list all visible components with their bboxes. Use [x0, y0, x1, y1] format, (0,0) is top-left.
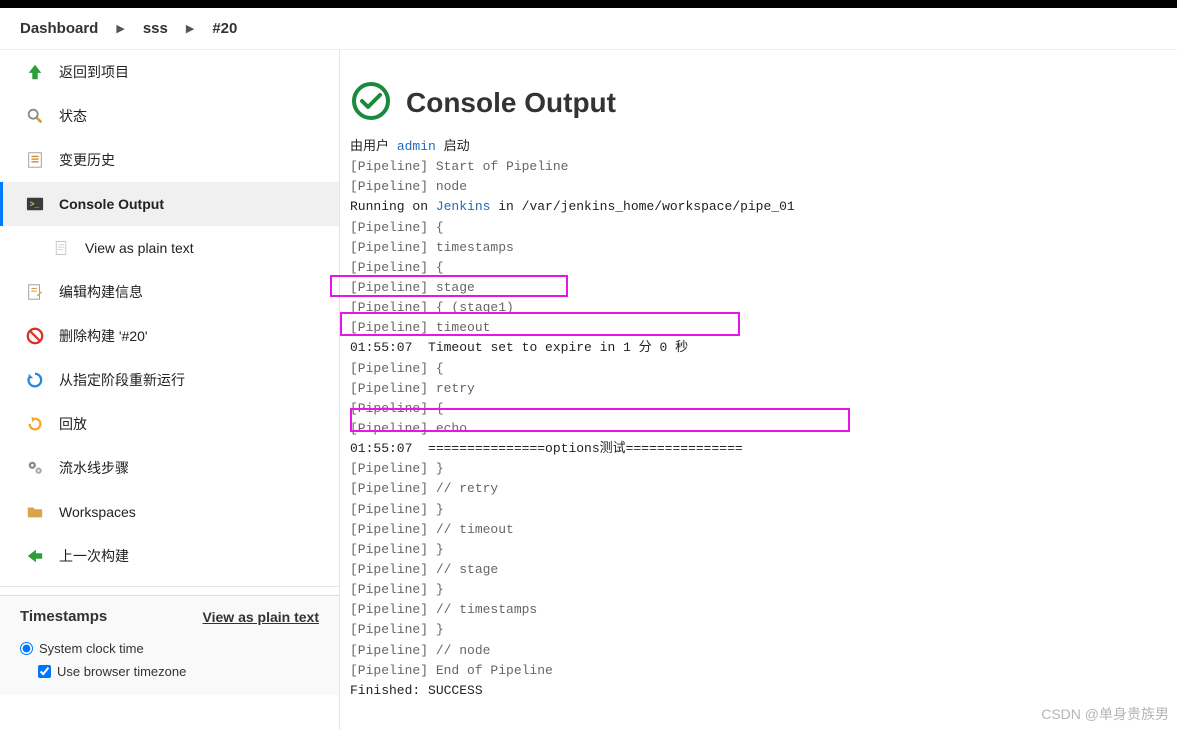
sidebar: 返回到项目 状态 变更历史 >_ Console Output View as …	[0, 50, 340, 730]
page-title: Console Output	[406, 87, 616, 119]
sidebar-item-changes[interactable]: 变更历史	[0, 138, 339, 182]
log-line: [Pipeline] {	[350, 361, 444, 376]
sidebar-item-label: Console Output	[59, 196, 164, 212]
arrow-up-icon	[25, 62, 45, 82]
sidebar-item-label: Workspaces	[59, 504, 136, 520]
folder-icon	[25, 502, 45, 522]
log-line: [Pipeline] timestamps	[350, 240, 514, 255]
watermark: CSDN @单身贵族男	[1041, 704, 1169, 724]
sidebar-item-label: 状态	[59, 106, 87, 126]
log-line: [Pipeline] {	[350, 401, 444, 416]
svg-text:>_: >_	[30, 201, 40, 210]
log-line: [Pipeline] End of Pipeline	[350, 663, 553, 678]
log-line: [Pipeline] timeout	[350, 320, 490, 335]
sidebar-item-restart-stage[interactable]: 从指定阶段重新运行	[0, 358, 339, 402]
log-line: [Pipeline] {	[350, 220, 444, 235]
log-line: [Pipeline] { (stage1)	[350, 300, 514, 315]
log-line: [Pipeline] // timestamps	[350, 602, 537, 617]
timestamps-option-tz[interactable]: Use browser timezone	[20, 660, 319, 683]
running-prefix: Running on	[350, 199, 436, 214]
sidebar-item-label: 编辑构建信息	[59, 282, 143, 302]
radio-system-clock[interactable]	[20, 642, 33, 655]
sidebar-item-label: 回放	[59, 414, 87, 434]
sidebar-item-label: 上一次构建	[59, 546, 129, 566]
log-line: [Pipeline] Start of Pipeline	[350, 159, 568, 174]
started-by-suffix: 启动	[436, 139, 470, 154]
document-list-icon	[25, 150, 45, 170]
sidebar-item-previous-build[interactable]: 上一次构建	[0, 534, 339, 578]
log-line: [Pipeline] // stage	[350, 562, 498, 577]
log-line: [Pipeline] }	[350, 461, 444, 476]
log-line: Timeout set to expire in 1 分 0 秒	[428, 340, 688, 355]
console-output: 由用户 admin 启动 [Pipeline] Start of Pipelin…	[350, 137, 1167, 701]
arrow-left-icon	[25, 546, 45, 566]
top-black-bar	[0, 0, 1177, 8]
sidebar-item-plain-text[interactable]: View as plain text	[0, 226, 339, 270]
timestamps-option-clock[interactable]: System clock time	[20, 637, 319, 660]
redo-icon	[25, 414, 45, 434]
breadcrumb-job[interactable]: sss	[143, 20, 168, 37]
chevron-right-icon: ▶	[116, 22, 124, 35]
sidebar-item-pipeline-steps[interactable]: 流水线步骤	[0, 446, 339, 490]
gears-icon	[25, 458, 45, 478]
success-icon	[350, 80, 392, 125]
main-content: Console Output 由用户 admin 启动 [Pipeline] S…	[340, 50, 1177, 730]
user-link[interactable]: admin	[397, 139, 436, 154]
no-entry-icon	[25, 326, 45, 346]
chevron-right-icon: ▶	[186, 22, 194, 35]
sidebar-item-label: View as plain text	[85, 240, 194, 256]
log-line: [Pipeline] }	[350, 582, 444, 597]
sidebar-item-replay[interactable]: 回放	[0, 402, 339, 446]
timestamps-title: Timestamps	[20, 608, 107, 625]
log-line: [Pipeline] node	[350, 179, 467, 194]
sidebar-item-console-output[interactable]: >_ Console Output	[0, 182, 339, 226]
divider	[0, 586, 339, 587]
sidebar-item-label: 从指定阶段重新运行	[59, 370, 185, 390]
checkbox-label: Use browser timezone	[57, 664, 186, 679]
document-pencil-icon	[25, 282, 45, 302]
checkbox-browser-tz[interactable]	[38, 665, 51, 678]
breadcrumb-build[interactable]: #20	[212, 20, 237, 37]
log-line: [Pipeline] echo	[350, 421, 467, 436]
document-icon	[51, 238, 71, 258]
sidebar-item-label: 变更历史	[59, 150, 115, 170]
log-line: ===============options测试===============	[428, 441, 743, 456]
terminal-icon: >_	[25, 194, 45, 214]
log-line: [Pipeline] stage	[350, 280, 475, 295]
sidebar-item-label: 流水线步骤	[59, 458, 129, 478]
timestamp: 01:55:07	[350, 340, 412, 355]
log-line: [Pipeline] // node	[350, 643, 490, 658]
log-line: [Pipeline] // timeout	[350, 522, 514, 537]
started-by-prefix: 由用户	[350, 139, 397, 154]
breadcrumb: Dashboard ▶ sss ▶ #20	[0, 8, 1177, 50]
log-line: [Pipeline] }	[350, 542, 444, 557]
sidebar-item-label: 删除构建 '#20'	[59, 326, 148, 346]
log-finished: Finished: SUCCESS	[350, 683, 483, 698]
radio-label: System clock time	[39, 641, 144, 656]
timestamp: 01:55:07	[350, 441, 412, 456]
log-line: [Pipeline] retry	[350, 381, 475, 396]
sidebar-item-status[interactable]: 状态	[0, 94, 339, 138]
log-line: [Pipeline] }	[350, 502, 444, 517]
log-line: [Pipeline] // retry	[350, 481, 498, 496]
sidebar-item-edit-build[interactable]: 编辑构建信息	[0, 270, 339, 314]
breadcrumb-dashboard[interactable]: Dashboard	[20, 20, 98, 37]
sidebar-item-delete-build[interactable]: 删除构建 '#20'	[0, 314, 339, 358]
log-line: [Pipeline] {	[350, 260, 444, 275]
timestamps-plain-link[interactable]: View as plain text	[203, 609, 319, 625]
timestamps-panel: Timestamps View as plain text System clo…	[0, 595, 339, 695]
log-line: [Pipeline] }	[350, 622, 444, 637]
node-link[interactable]: Jenkins	[436, 199, 491, 214]
refresh-icon	[25, 370, 45, 390]
magnifier-icon	[25, 106, 45, 126]
page-title-row: Console Output	[350, 80, 1167, 125]
sidebar-item-workspaces[interactable]: Workspaces	[0, 490, 339, 534]
sidebar-item-back[interactable]: 返回到项目	[0, 50, 339, 94]
running-suffix: in /var/jenkins_home/workspace/pipe_01	[490, 199, 794, 214]
sidebar-item-label: 返回到项目	[59, 62, 129, 82]
